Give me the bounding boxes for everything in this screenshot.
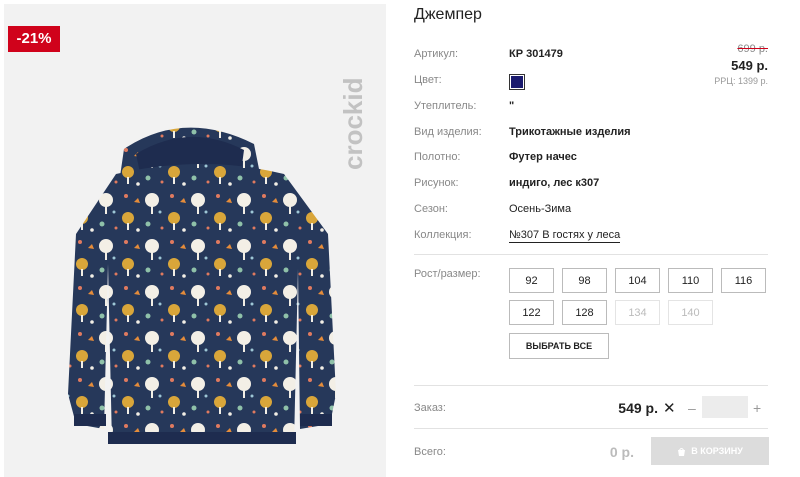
article-label: Артикул: — [414, 48, 459, 60]
collection-label: Коллекция: — [414, 229, 472, 241]
cart-icon — [678, 447, 686, 456]
total-value: 0 р. — [609, 444, 634, 460]
fabric-label: Полотно: — [414, 151, 461, 163]
pattern-label: Рисунок: — [414, 177, 459, 189]
size-option-104[interactable]: 104 — [615, 268, 660, 293]
quantity-minus-button[interactable]: – — [688, 400, 696, 416]
select-all-button[interactable]: ВЫБРАТЬ ВСЕ — [509, 333, 609, 359]
brand-logo: crockid — [338, 78, 368, 171]
season-label: Сезон: — [414, 203, 448, 215]
order-price: 549 р. — [618, 400, 658, 416]
quantity-plus-button[interactable]: + — [753, 400, 761, 416]
cart-button-label: В КОРЗИНУ — [691, 446, 743, 456]
rrp-price: РРЦ: 1399 р. — [714, 76, 768, 86]
pattern-value: индиго, лес к307 — [509, 177, 600, 189]
color-label: Цвет: — [414, 74, 442, 86]
divider — [414, 385, 768, 386]
product-image-panel: -21% crockid — [4, 4, 386, 477]
discount-badge: -21% — [8, 26, 60, 52]
size-option-140-disabled: 140 — [668, 300, 713, 325]
fabric-value: Футер начес — [509, 151, 577, 163]
size-option-128[interactable]: 128 — [562, 300, 607, 325]
insulation-label: Утеплитель: — [414, 100, 477, 112]
size-option-110[interactable]: 110 — [668, 268, 713, 293]
size-option-92[interactable]: 92 — [509, 268, 554, 293]
order-label: Заказ: — [414, 402, 446, 414]
divider — [414, 428, 768, 429]
quantity-input[interactable] — [702, 396, 748, 418]
size-option-98[interactable]: 98 — [562, 268, 607, 293]
remove-icon[interactable]: ✕ — [663, 399, 676, 417]
total-label: Всего: — [414, 446, 446, 458]
current-price: 549 р. — [731, 58, 768, 73]
insulation-value: " — [509, 100, 515, 112]
divider — [414, 254, 768, 255]
brand-logo-text: crockid — [338, 78, 368, 171]
type-value: Трикотажные изделия — [509, 126, 631, 138]
size-label: Рост/размер: — [414, 268, 481, 280]
old-price: 699 р. — [737, 43, 768, 55]
type-label: Вид изделия: — [414, 126, 482, 138]
add-to-cart-button[interactable]: В КОРЗИНУ — [651, 437, 769, 465]
product-title: Джемпер — [414, 6, 482, 23]
color-swatch-fill — [511, 76, 523, 88]
collection-link[interactable]: №307 В гостях у леса — [509, 229, 621, 243]
size-option-122[interactable]: 122 — [509, 300, 554, 325]
article-value: КР 301479 — [509, 48, 563, 60]
size-option-134-disabled: 134 — [615, 300, 660, 325]
color-swatch[interactable] — [509, 74, 525, 90]
size-option-116[interactable]: 116 — [721, 268, 766, 293]
season-value: Осень-Зима — [509, 203, 572, 215]
